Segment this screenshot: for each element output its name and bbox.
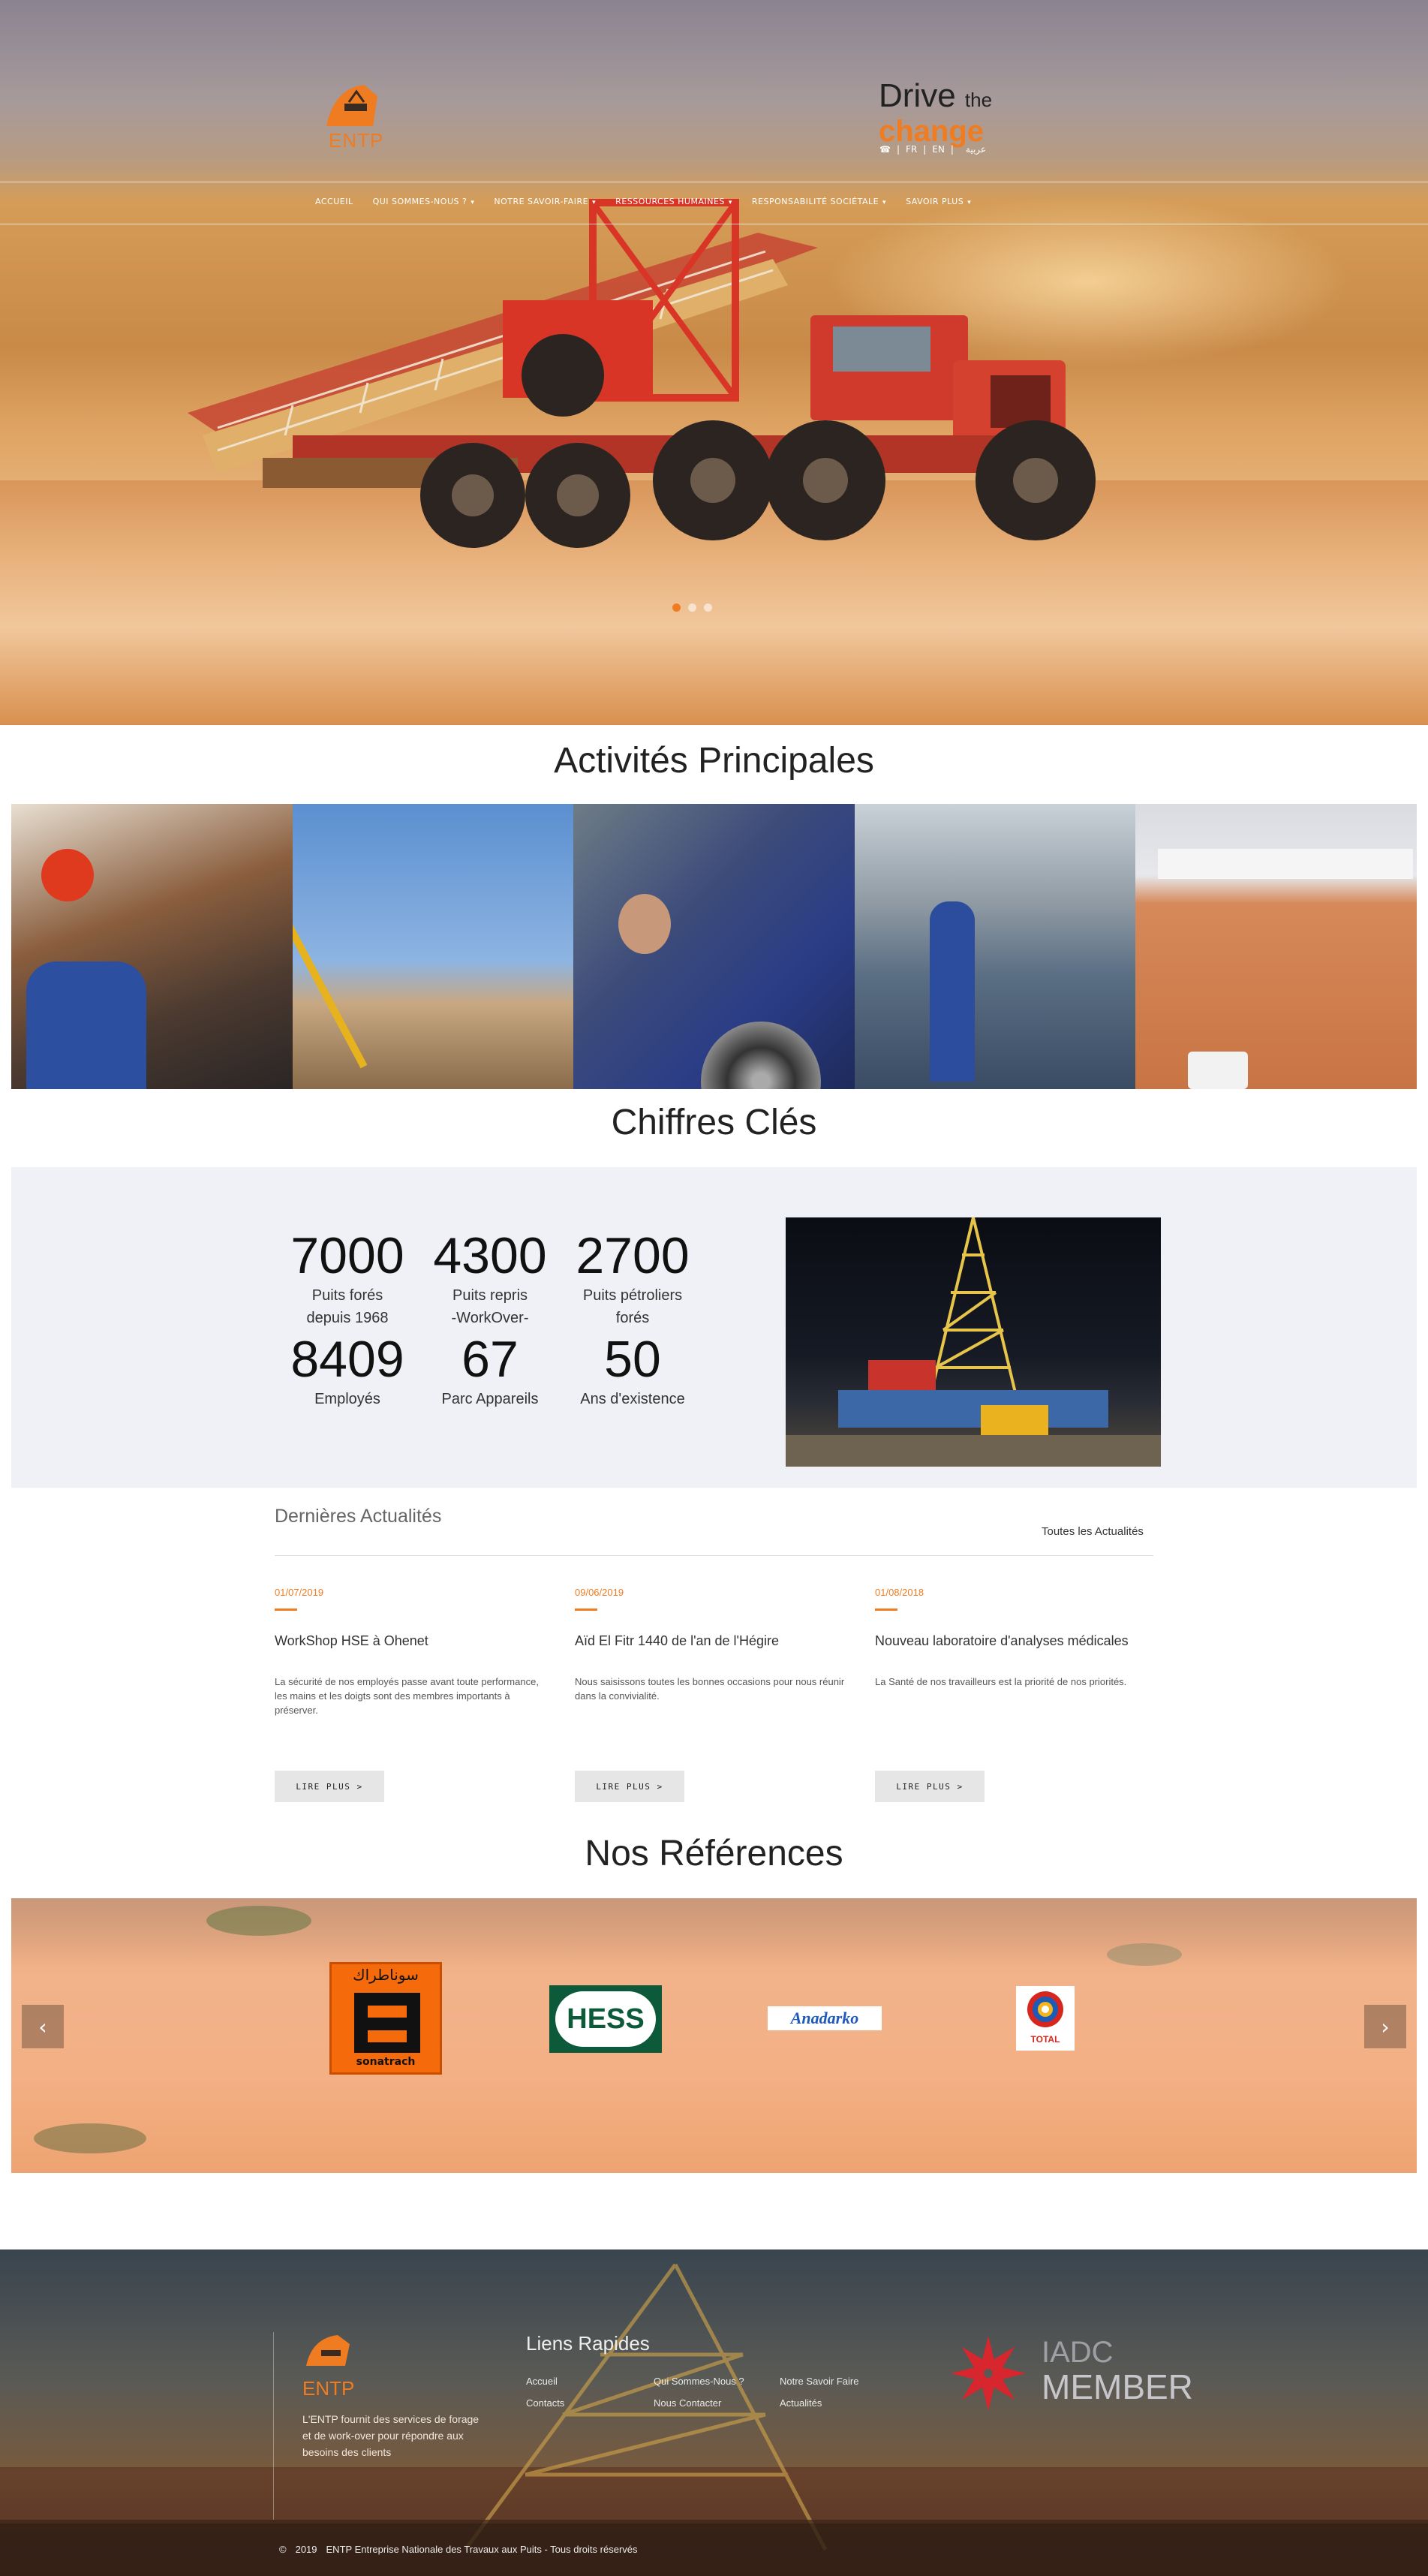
stat-years: 50 Ans d'existence <box>580 1331 685 1407</box>
lang-en[interactable]: EN <box>932 144 945 155</box>
stat-wells-workover: 4300 Puits repris -WorkOver- <box>433 1227 547 1326</box>
news-date: 01/08/2018 <box>875 1587 924 1598</box>
logo-text: ENTP <box>329 129 384 152</box>
news-title-link[interactable]: WorkShop HSE à Ohenet <box>275 1633 552 1649</box>
hess-logo[interactable]: HESS <box>549 1985 662 2053</box>
shrub <box>1107 1943 1182 1966</box>
chevron-down-icon: ▾ <box>728 199 732 206</box>
news-date: 01/07/2019 <box>275 1587 324 1598</box>
footer-entp-logo[interactable] <box>300 2332 360 2377</box>
footer-link-nous-contacter[interactable]: Nous Contacter <box>654 2397 780 2409</box>
iadc-member-logo[interactable]: IADC MEMBER <box>947 2332 1193 2415</box>
news-accent-bar <box>875 1608 897 1611</box>
footer-links: Accueil Qui Sommes-Nous ? Notre Savoir F… <box>526 2376 907 2409</box>
rig-night-image <box>786 1217 1161 1467</box>
carousel-next-button[interactable]: › <box>1364 2005 1406 2048</box>
language-switcher: ☎ | FR | EN | عربية <box>879 144 987 155</box>
sonatrach-logo[interactable]: سوناطراك sonatrach <box>329 1962 442 2075</box>
news-accent-bar <box>575 1608 597 1611</box>
footer-link-actualites[interactable]: Actualités <box>780 2397 907 2409</box>
footer-link-savoir-faire[interactable]: Notre Savoir Faire <box>780 2376 907 2387</box>
news-title-link[interactable]: Nouveau laboratoire d'analyses médicales <box>875 1633 1153 1649</box>
chevron-down-icon: ▾ <box>470 199 475 206</box>
chevron-down-icon: ▾ <box>882 199 887 206</box>
dune-horizon <box>11 1898 1417 1966</box>
stat-wells-drilled: 7000 Puits forés depuis 1968 <box>290 1227 404 1326</box>
total-logo[interactable]: TOTAL <box>1016 1986 1075 2051</box>
footer: ENTP L'ENTP fournit des services de fora… <box>0 2249 1428 2576</box>
lang-ar[interactable]: عربية <box>966 144 986 155</box>
hero-slider: ENTP Drive the change ☎ | FR | EN | عربية A… <box>0 0 1428 725</box>
key-figures-title: Chiffres Clés <box>611 1103 817 1142</box>
anadarko-logo[interactable]: Anadarko <box>768 2006 882 2030</box>
chevron-down-icon: ▾ <box>967 199 972 206</box>
all-news-link[interactable]: Toutes les Actualités <box>1042 1525 1144 1538</box>
slider-dot[interactable] <box>704 603 712 612</box>
slogan-the: the <box>964 89 993 111</box>
footer-divider <box>273 2332 274 2520</box>
nav-ressources-humaines[interactable]: RESSOURCES HUMAINES ▾ <box>615 197 732 206</box>
chevron-right-icon: › <box>1381 2014 1390 2039</box>
news-card: 01/07/2019 WorkShop HSE à Ohenet La sécu… <box>275 1587 552 1802</box>
nav-qui-sommes-nous[interactable]: QUI SOMMES-NOUS ? ▾ <box>373 197 475 206</box>
slider-dot[interactable] <box>672 603 681 612</box>
phone-icon[interactable]: ☎ <box>879 144 891 155</box>
activity-machining-image[interactable] <box>854 804 1136 1089</box>
copyright: © 2019 ENTP Entreprise Nationale des Tra… <box>279 2544 638 2555</box>
main-nav: ACCUEIL QUI SOMMES-NOUS ? ▾ NOTRE SAVOIR-… <box>315 197 971 206</box>
read-more-button[interactable]: LIRE PLUS > <box>575 1771 684 1802</box>
footer-links-title: Liens Rapides <box>526 2332 650 2355</box>
slogan: Drive the change <box>879 77 1051 148</box>
nav-responsabilite[interactable]: RESPONSABILITÉ SOCIÉTALE ▾ <box>752 197 886 206</box>
references-carousel: ‹ › سوناطراك sonatrach HESS Anadarko TOT… <box>11 1898 1417 2173</box>
news-title-link[interactable]: Aïd El Fitr 1440 de l'an de l'Hégire <box>575 1633 852 1649</box>
news-title: Dernières Actualités <box>275 1506 442 1527</box>
footer-link-qui-sommes-nous[interactable]: Qui Sommes-Nous ? <box>654 2376 780 2387</box>
news-excerpt: Nous saisissons toutes les bonnes occasi… <box>575 1676 845 1702</box>
activities-gallery <box>11 804 1417 1089</box>
chevron-down-icon: ▾ <box>592 199 597 206</box>
stat-rigs: 67 Parc Appareils <box>441 1331 539 1407</box>
news-divider <box>275 1555 1153 1556</box>
nav-savoir-plus[interactable]: SAVOIR PLUS ▾ <box>906 197 971 206</box>
chevron-left-icon: ‹ <box>38 2014 47 2039</box>
footer-link-contacts[interactable]: Contacts <box>526 2397 654 2409</box>
activity-camp-image[interactable] <box>1135 804 1417 1089</box>
activity-crane-image[interactable] <box>292 804 574 1089</box>
activity-maintenance-image[interactable] <box>573 804 855 1089</box>
key-figures-panel: 7000 Puits forés depuis 1968 4300 Puits … <box>11 1167 1417 1488</box>
news-card: 09/06/2019 Aïd El Fitr 1440 de l'an de l… <box>575 1587 852 1802</box>
slider-dots <box>672 603 712 612</box>
shrub <box>206 1906 311 1936</box>
news-excerpt: La Santé de nos travailleurs est la prio… <box>875 1676 1127 1687</box>
carousel-prev-button[interactable]: ‹ <box>22 2005 64 2048</box>
read-more-button[interactable]: LIRE PLUS > <box>875 1771 985 1802</box>
news-excerpt: La sécurité de nos employés passe avant … <box>275 1676 539 1716</box>
slider-dot[interactable] <box>688 603 696 612</box>
footer-logo-text: ENTP <box>302 2377 355 2400</box>
nav-accueil[interactable]: ACCUEIL <box>315 197 353 206</box>
read-more-button[interactable]: LIRE PLUS > <box>275 1771 384 1802</box>
slogan-drive: Drive <box>879 77 956 114</box>
stat-oil-wells: 2700 Puits pétroliers forés <box>576 1227 690 1326</box>
footer-bottom-bar <box>0 2523 1428 2576</box>
activities-title: Activités Principales <box>554 741 874 781</box>
news-card: 01/08/2018 Nouveau laboratoire d'analyse… <box>875 1587 1153 1802</box>
footer-description: L'ENTP fournit des services de forage et… <box>302 2413 480 2458</box>
stat-employees: 8409 Employés <box>290 1331 404 1407</box>
copyright-icon: © <box>279 2544 287 2555</box>
shrub <box>34 2123 146 2153</box>
activity-drilling-image[interactable] <box>11 804 293 1089</box>
footer-link-accueil[interactable]: Accueil <box>526 2376 654 2387</box>
news-accent-bar <box>275 1608 297 1611</box>
truck-image <box>188 199 1096 548</box>
nav-savoir-faire[interactable]: NOTRE SAVOIR-FAIRE ▾ <box>494 197 596 206</box>
slogan-change: change <box>879 115 985 148</box>
references-title: Nos Références <box>585 1834 843 1873</box>
lang-fr[interactable]: FR <box>906 144 917 155</box>
news-date: 09/06/2019 <box>575 1587 624 1598</box>
